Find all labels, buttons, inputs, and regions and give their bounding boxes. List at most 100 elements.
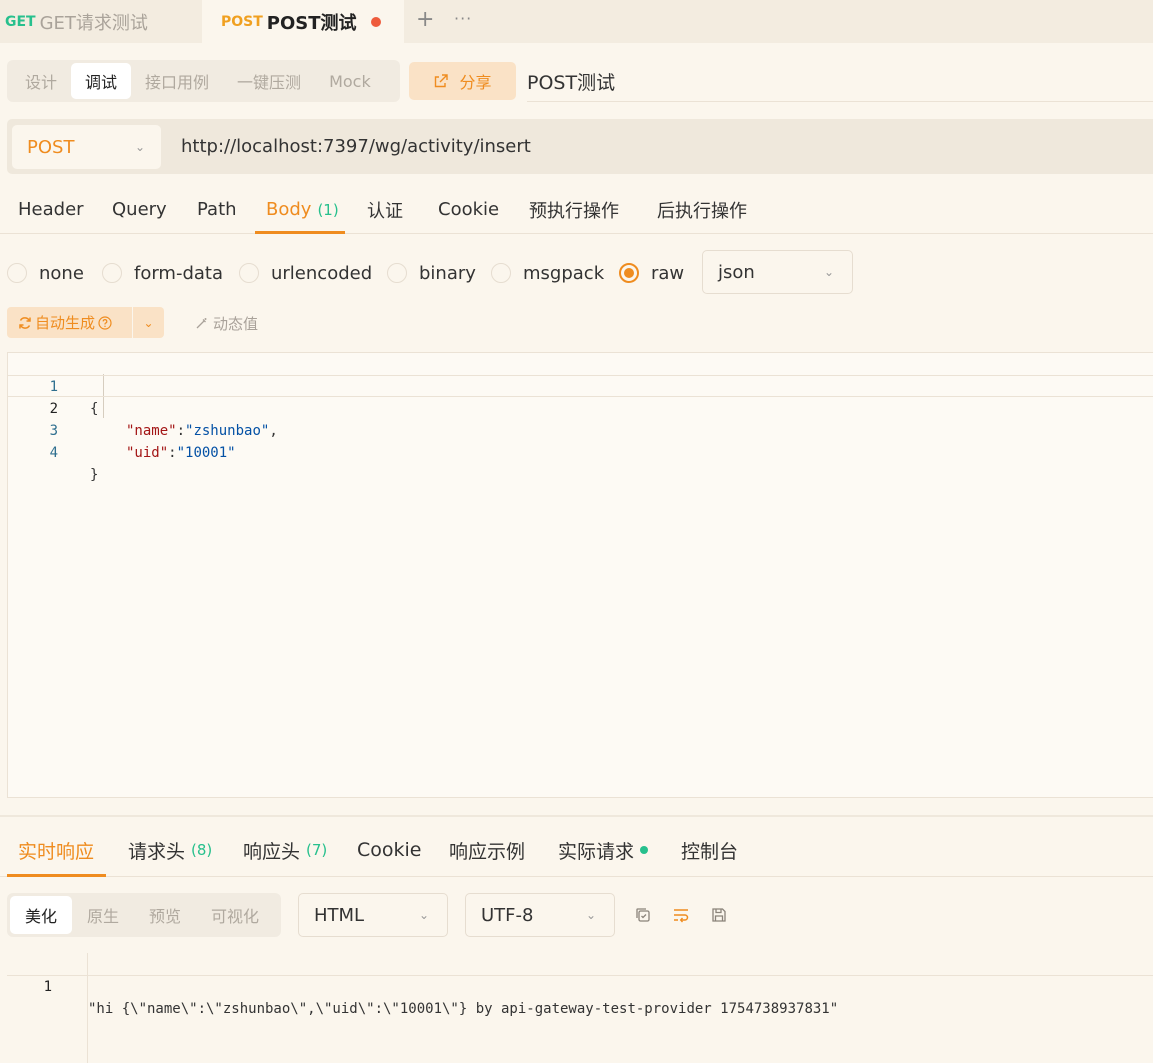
mode-tab-bar: 设计 调试 接口用例 一键压测 Mock — [7, 60, 400, 102]
tab-title: GET请求测试 — [39, 12, 148, 34]
radio-circle-checked — [619, 263, 639, 283]
tab-request-headers-label: 请求头 — [128, 840, 186, 863]
radio-circle — [239, 263, 259, 283]
tab-cookie[interactable]: Cookie — [438, 185, 499, 234]
tab-body[interactable]: Body (1) — [255, 185, 345, 234]
response-format-select[interactable]: HTML ⌄ — [298, 893, 448, 937]
body-code-editor[interactable]: 1 { 2 "name":"zshunbao", 3 "uid":"10001"… — [7, 352, 1153, 798]
radio-label: form-data — [134, 262, 224, 284]
tab-query[interactable]: Query — [112, 185, 167, 234]
body-count-badge: (1) — [317, 200, 339, 219]
tab-response-headers[interactable]: 响应头 (7) — [243, 823, 327, 877]
auto-generate-dropdown[interactable]: ⌄ — [133, 307, 164, 338]
more-icon[interactable]: ··· — [454, 7, 472, 31]
json-value: "10001" — [176, 445, 236, 461]
radio-binary[interactable]: binary — [387, 261, 476, 285]
refresh-icon — [19, 316, 31, 329]
wrap-lines-icon[interactable] — [670, 904, 692, 926]
tab-path[interactable]: Path — [197, 185, 237, 234]
tab-load-test[interactable]: 一键压测 — [223, 63, 315, 99]
tab-body-label: Body — [266, 199, 312, 220]
auto-generate-label: 自动生成 — [35, 314, 96, 332]
response-text: "hi {\"name\":\"zshunbao\",\"uid\":\"100… — [88, 1001, 839, 1017]
status-dot — [640, 846, 649, 854]
code-text: } — [90, 464, 98, 486]
dynamic-value-button[interactable]: 动态值 — [194, 313, 258, 334]
response-encoding-select[interactable]: UTF-8 ⌄ — [465, 893, 615, 937]
view-pretty[interactable]: 美化 — [10, 896, 73, 934]
share-button[interactable]: 分享 — [409, 62, 516, 100]
document-tab-post[interactable]: POST POST测试 — [202, 0, 404, 43]
radio-none[interactable]: none — [7, 261, 84, 285]
radio-circle — [7, 263, 27, 283]
tab-post-script[interactable]: 后执行操作 — [657, 185, 747, 234]
radio-circle — [387, 263, 407, 283]
radio-msgpack[interactable]: msgpack — [491, 261, 604, 285]
tab-debug[interactable]: 调试 — [71, 63, 132, 99]
chevron-down-icon: ⌄ — [143, 315, 154, 330]
response-tabs: 实时响应 请求头 (8) 响应头 (7) Cookie 响应示例 实际请求 控制… — [0, 823, 1153, 877]
tab-method-tag: POST — [221, 13, 263, 30]
body-format-select[interactable]: json ⌄ — [702, 250, 853, 294]
radio-label: raw — [651, 262, 685, 284]
brace: } — [90, 467, 99, 483]
url-bar — [7, 119, 1153, 174]
code-line-current: 2 "name":"zshunbao", — [8, 375, 1153, 439]
document-tab-get[interactable]: GET GET请求测试 — [0, 0, 200, 43]
request-tabs: Header Query Path Body (1) 认证 Cookie 预执行… — [0, 185, 1153, 234]
tab-header[interactable]: Header — [18, 185, 84, 234]
radio-urlencoded[interactable]: urlencoded — [239, 261, 372, 285]
view-visualize[interactable]: 可视化 — [196, 896, 274, 934]
chevron-down-icon: ⌄ — [134, 140, 145, 154]
new-tab-icon[interactable]: + — [416, 8, 434, 32]
request-headers-count: (8) — [191, 841, 213, 859]
tab-response-example[interactable]: 响应示例 — [449, 823, 525, 877]
response-headers-count: (7) — [306, 841, 328, 859]
magic-wand-icon — [196, 318, 207, 329]
method-select[interactable]: POST ⌄ — [12, 125, 161, 169]
tab-auth[interactable]: 认证 — [367, 185, 403, 234]
tab-actual-request[interactable]: 实际请求 — [558, 823, 649, 877]
tab-request-headers[interactable]: 请求头 (8) — [128, 823, 212, 877]
json-key: "uid" — [126, 445, 169, 461]
share-label: 分享 — [459, 73, 492, 92]
api-name-input[interactable]: POST测试 — [527, 62, 1153, 102]
tab-test-cases[interactable]: 接口用例 — [131, 63, 223, 99]
dynamic-value-label: 动态值 — [213, 315, 259, 333]
chevron-down-icon: ⌄ — [823, 265, 834, 279]
radio-label: binary — [419, 262, 476, 284]
url-input[interactable]: http://localhost:7397/wg/activity/insert — [181, 133, 531, 161]
tab-response-headers-label: 响应头 — [243, 840, 301, 863]
view-preview[interactable]: 预览 — [134, 896, 196, 934]
panel-resize-handle[interactable] — [0, 815, 1153, 817]
code-line: 4 } — [8, 420, 1153, 483]
share-icon — [435, 74, 449, 88]
radio-label: none — [39, 262, 84, 284]
response-encoding-label: UTF-8 — [481, 904, 534, 926]
chevron-down-icon: ⌄ — [418, 908, 429, 922]
radio-form-data[interactable]: form-data — [102, 261, 223, 285]
code-line: 3 "uid":"10001" — [8, 398, 1153, 461]
tab-mock[interactable]: Mock — [315, 63, 385, 99]
chevron-down-icon: ⌄ — [585, 908, 596, 922]
line-number: 1 — [43, 979, 52, 995]
tab-actual-request-label: 实际请求 — [558, 840, 635, 863]
response-line: 1 "hi {\"name\":\"zshunbao\",\"uid\":\"1… — [7, 954, 1153, 1017]
tab-design[interactable]: 设计 — [11, 63, 71, 99]
view-raw[interactable]: 原生 — [72, 896, 134, 934]
radio-raw[interactable]: raw — [619, 261, 684, 285]
tab-console[interactable]: 控制台 — [681, 823, 738, 877]
help-icon — [98, 315, 112, 330]
radio-circle — [102, 263, 122, 283]
view-mode-bar: 美化 原生 预览 可视化 — [7, 893, 281, 937]
save-icon[interactable] — [708, 904, 730, 926]
response-format-label: HTML — [314, 904, 365, 926]
code-text: "uid":"10001" — [126, 442, 236, 464]
copy-icon[interactable] — [632, 904, 654, 926]
radio-circle — [491, 263, 511, 283]
tab-response-cookie[interactable]: Cookie — [357, 823, 422, 877]
tab-pre-script[interactable]: 预执行操作 — [529, 185, 619, 234]
radio-label: msgpack — [523, 262, 605, 284]
tab-realtime-response[interactable]: 实时响应 — [7, 823, 106, 877]
auto-generate-button[interactable]: 自动生成 — [7, 307, 132, 338]
